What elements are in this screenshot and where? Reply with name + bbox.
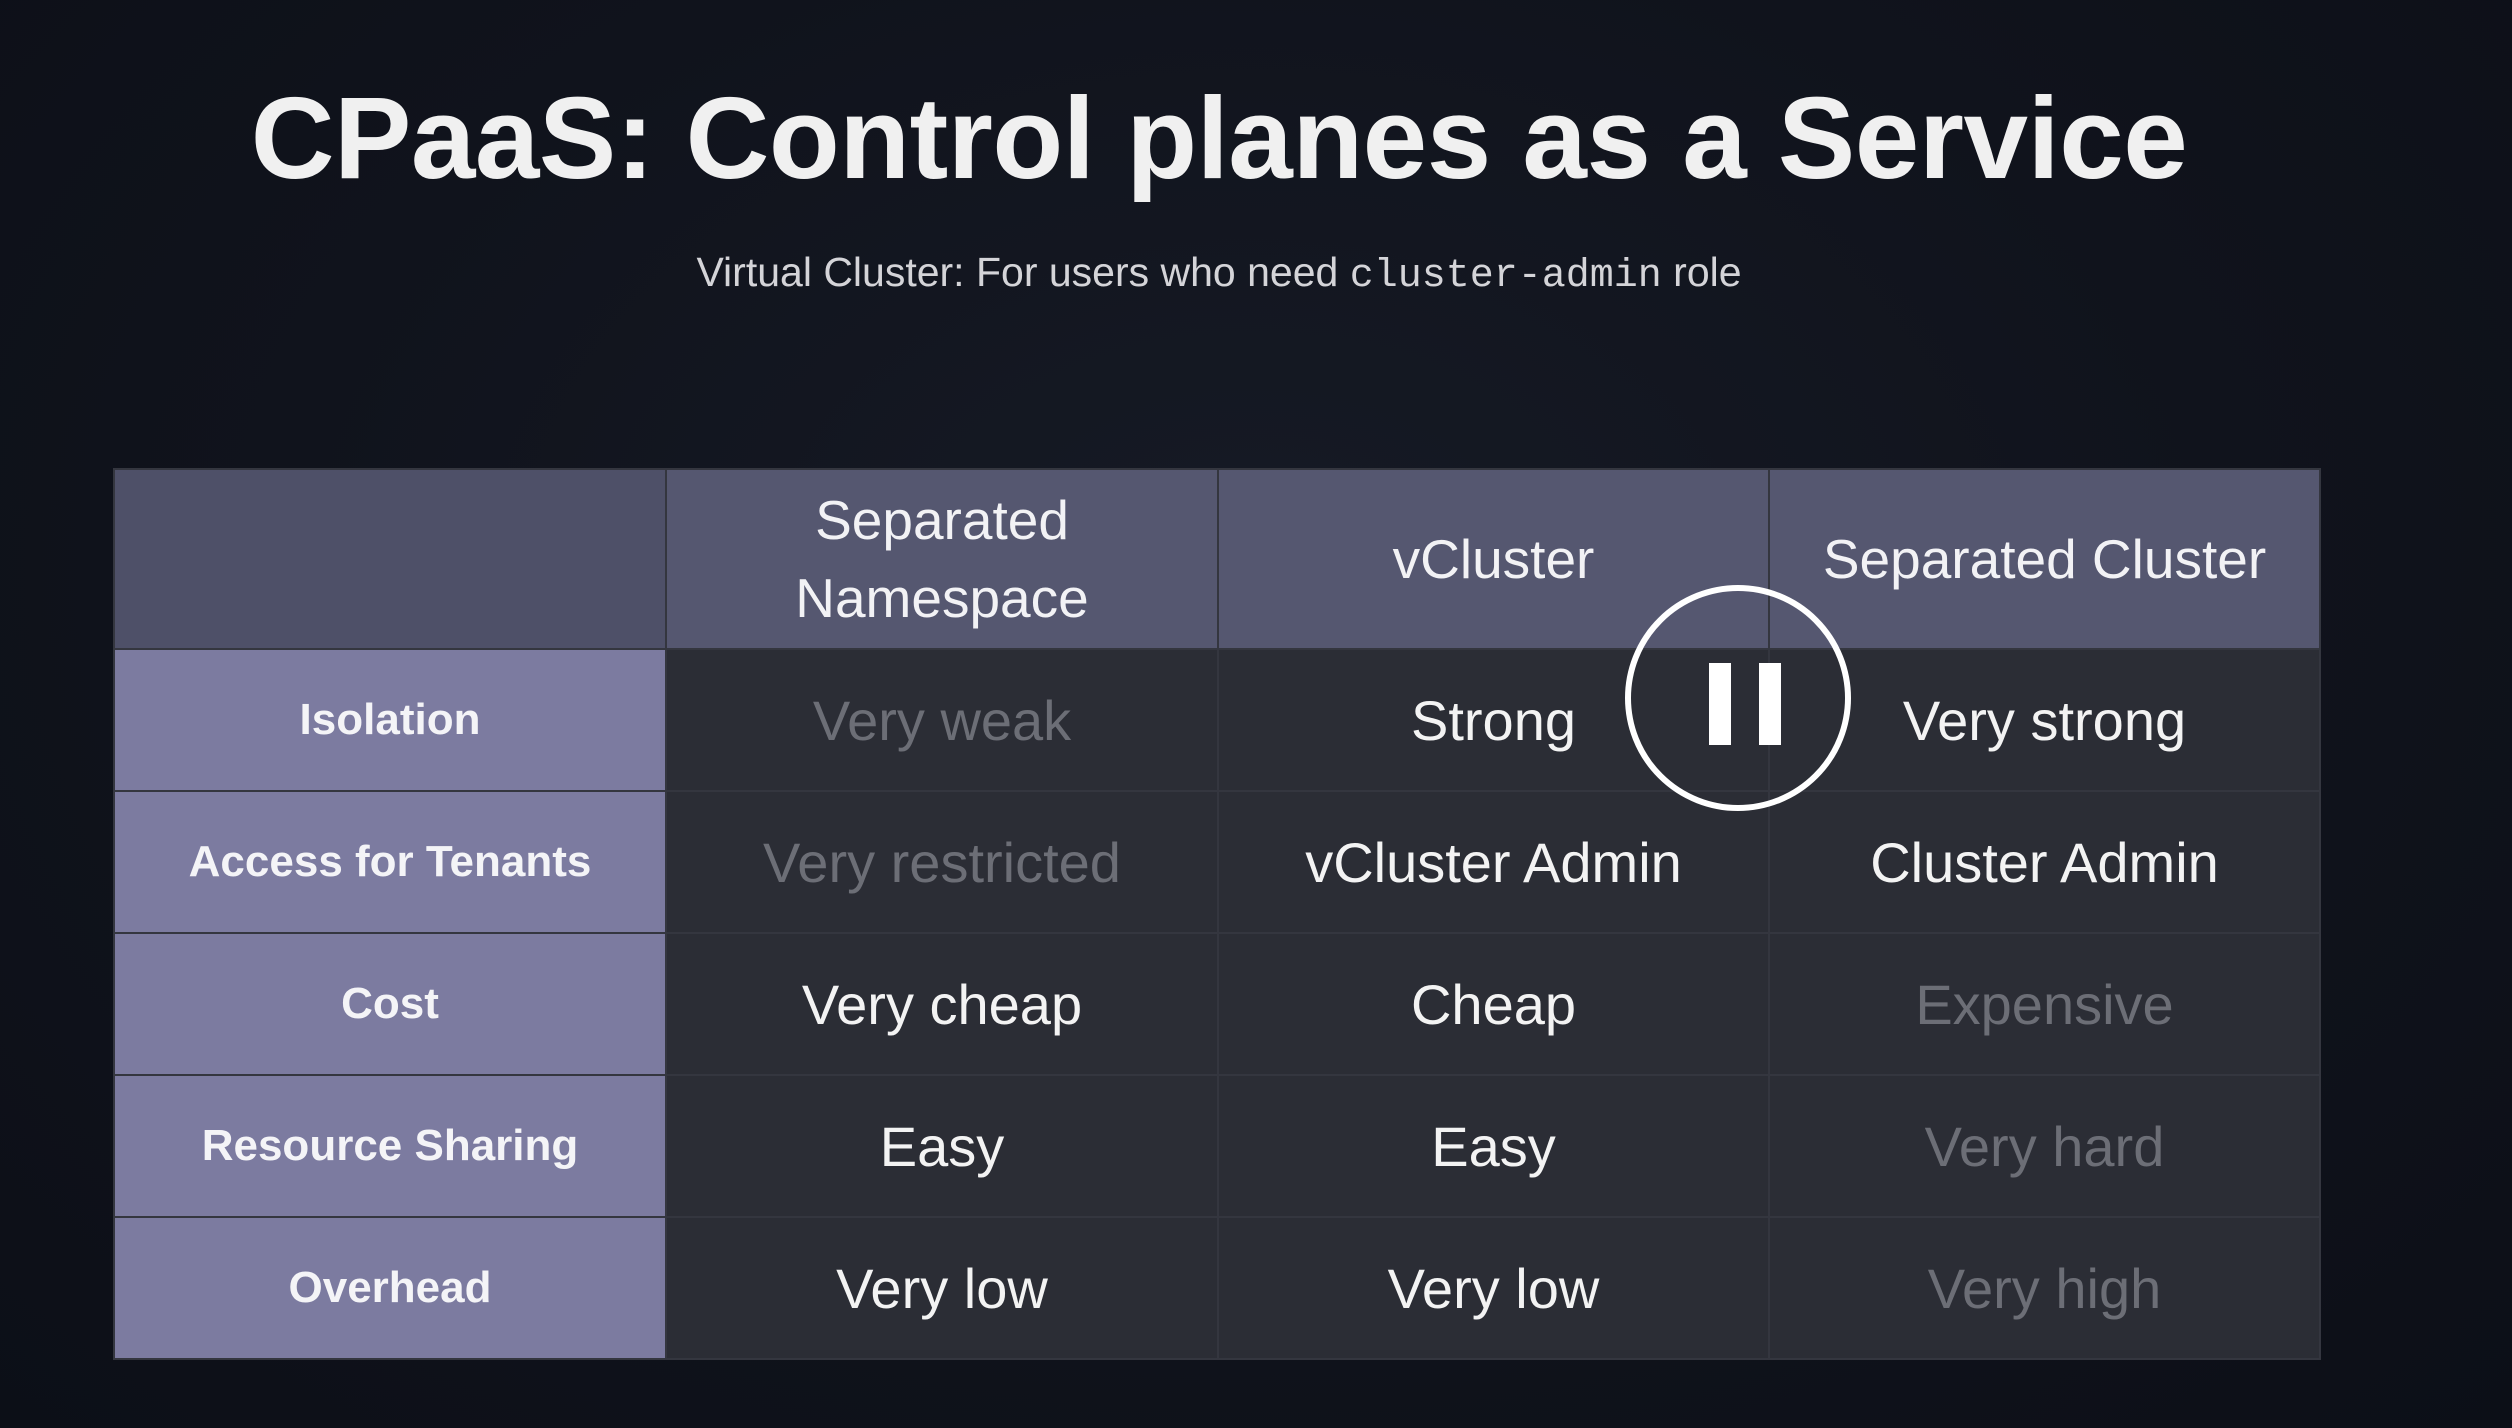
- table-cell: Very low: [665, 1216, 1219, 1360]
- table-row: Isolation Very weak Strong Very strong: [113, 648, 2321, 792]
- table-cell: Very high: [1768, 1216, 2321, 1360]
- header-row: Separated Namespace vCluster Separated C…: [113, 468, 2321, 650]
- slide-title: CPaaS: Control planes as a Service: [250, 73, 2188, 203]
- comparison-table: Separated Namespace vCluster Separated C…: [113, 468, 2321, 1360]
- table-cell: Easy: [1217, 1074, 1770, 1218]
- table-cell: Very strong: [1768, 648, 2321, 792]
- table-cell: Expensive: [1768, 932, 2321, 1076]
- table-row: Resource Sharing Easy Easy Very hard: [113, 1074, 2321, 1218]
- table-cell: vCluster Admin: [1217, 790, 1770, 934]
- slide: CPaaS: Control planes as a Service Virtu…: [0, 0, 2512, 1428]
- table-cell: Very weak: [665, 648, 1219, 792]
- table-cell: Very hard: [1768, 1074, 2321, 1218]
- row-label-resource-sharing: Resource Sharing: [113, 1074, 667, 1218]
- row-label-access-for-tenants: Access for Tenants: [113, 790, 667, 934]
- row-label-overhead: Overhead: [113, 1216, 667, 1360]
- table-cell: Very restricted: [665, 790, 1219, 934]
- header-separated-namespace: Separated Namespace: [665, 468, 1219, 650]
- header-corner: [113, 468, 667, 650]
- table-cell: Very low: [1217, 1216, 1770, 1360]
- table-cell: Cluster Admin: [1768, 790, 2321, 934]
- table-row: Overhead Very low Very low Very high: [113, 1216, 2321, 1360]
- table-row: Access for Tenants Very restricted vClus…: [113, 790, 2321, 934]
- subtitle-suffix: role: [1661, 249, 1742, 295]
- pause-button[interactable]: [1625, 585, 1851, 811]
- pause-icon-bar: [1759, 663, 1781, 745]
- row-label-cost: Cost: [113, 932, 667, 1076]
- header-separated-cluster: Separated Cluster: [1768, 468, 2321, 650]
- row-label-isolation: Isolation: [113, 648, 667, 792]
- table-cell: Cheap: [1217, 932, 1770, 1076]
- subtitle-prefix: Virtual Cluster: For users who need: [696, 249, 1350, 295]
- slide-subtitle: Virtual Cluster: For users who need clus…: [0, 244, 2512, 305]
- subtitle-code: cluster-admin: [1349, 254, 1662, 299]
- table-cell: Easy: [665, 1074, 1219, 1218]
- table-cell: Very cheap: [665, 932, 1219, 1076]
- pause-icon: [1709, 663, 1731, 745]
- table-row: Cost Very cheap Cheap Expensive: [113, 932, 2321, 1076]
